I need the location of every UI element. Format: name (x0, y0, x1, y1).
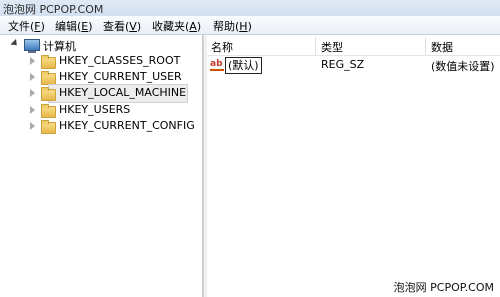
values-pane[interactable]: 名称 类型 数据 ab (默认) REG_SZ (数值未设置) (207, 35, 500, 297)
watermark-top: 泡泡网 PCPOP.COM (3, 3, 104, 16)
tree-item-label: HKEY_USERS (59, 103, 131, 116)
tree-item-current-config[interactable]: HKEY_CURRENT_CONFIG (28, 118, 203, 135)
folder-icon (41, 55, 56, 69)
tree-item-label: HKEY_LOCAL_MACHINE (59, 86, 187, 99)
menu-favorites[interactable]: 收藏夹(A) (151, 18, 202, 34)
collapse-arrow-icon[interactable] (30, 57, 35, 65)
collapse-arrow-icon[interactable] (30, 89, 35, 97)
tree-item-local-machine[interactable]: HKEY_LOCAL_MACHINE (28, 85, 203, 102)
tree-item-label: HKEY_CLASSES_ROOT (59, 54, 181, 67)
tree-item-users[interactable]: HKEY_USERS (28, 102, 203, 119)
folder-icon (41, 120, 56, 134)
tree-item-label: HKEY_CURRENT_USER (59, 70, 182, 83)
value-type: REG_SZ (321, 58, 365, 71)
tree-item-computer[interactable]: 计算机 (10, 37, 200, 54)
menu-help[interactable]: 帮助(H) (212, 18, 253, 34)
tree-item-label: HKEY_CURRENT_CONFIG (59, 119, 195, 132)
collapse-arrow-icon[interactable] (30, 106, 35, 114)
collapse-arrow-icon[interactable] (30, 122, 35, 130)
computer-icon (24, 39, 40, 53)
string-value-icon: ab (210, 59, 224, 71)
expand-arrow-icon[interactable] (10, 38, 20, 49)
column-header-data[interactable]: 数据 (427, 37, 500, 55)
column-header-name[interactable]: 名称 (207, 37, 316, 55)
rename-input[interactable]: (默认) (225, 57, 262, 74)
menu-view[interactable]: 查看(V) (102, 18, 142, 34)
tree-item-label: 计算机 (43, 40, 76, 53)
folder-icon (41, 87, 56, 101)
folder-icon (41, 104, 56, 118)
table-row[interactable]: ab (默认) REG_SZ (数值未设置) (207, 56, 500, 74)
collapse-arrow-icon[interactable] (30, 73, 35, 81)
menu-edit[interactable]: 编辑(E) (54, 18, 94, 34)
watermark-bottom: 泡泡网 PCPOP.COM (393, 281, 494, 294)
menu-bar: 文件(F) 编辑(E) 查看(V) 收藏夹(A) 帮助(H) (0, 16, 500, 35)
value-data: (数值未设置) (431, 60, 495, 73)
tree-item-classes-root[interactable]: HKEY_CLASSES_ROOT (28, 53, 203, 70)
column-header-type[interactable]: 类型 (317, 37, 426, 55)
menu-file[interactable]: 文件(F) (7, 18, 46, 34)
